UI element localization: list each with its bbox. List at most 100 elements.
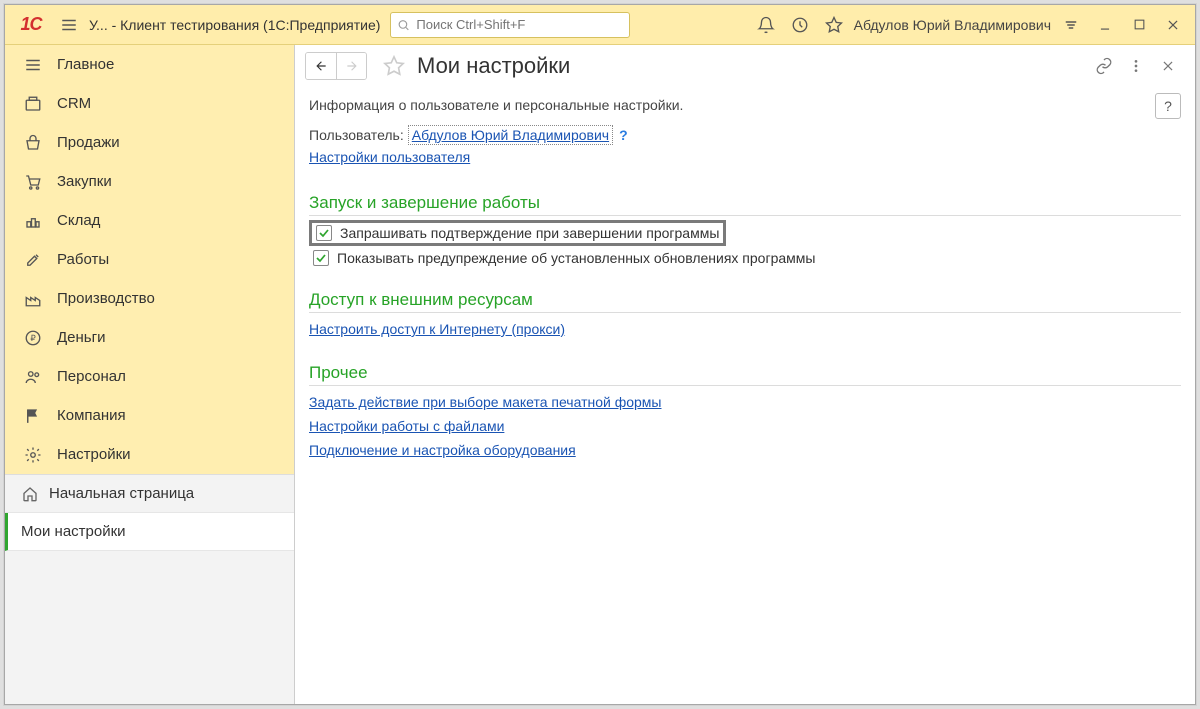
sidebar-item-money[interactable]: ₽ Деньги [5,318,294,357]
sidebar-item-settings[interactable]: Настройки [5,435,294,474]
favorite-toggle[interactable] [383,55,405,77]
app-short: У... [89,17,108,33]
opened-item-start-page[interactable]: Начальная страница [5,475,294,513]
checkbox-label: Запрашивать подтверждение при завершении… [340,225,719,241]
sidebar: Главное CRM Продажи Закупки Склад [5,45,295,704]
page-subtitle: Информация о пользователе и персональные… [309,97,1181,113]
checkbox-confirm-exit[interactable] [316,225,332,241]
sidebar-item-crm[interactable]: CRM [5,84,294,123]
sidebar-item-warehouse[interactable]: Склад [5,201,294,240]
gear-icon [23,445,43,465]
sidebar-item-personnel[interactable]: Персонал [5,357,294,396]
logo-1c: 1C [13,13,49,37]
sidebar-item-label: Продажи [57,134,120,151]
sidebar-nav: Главное CRM Продажи Закупки Склад [5,45,294,474]
search-icon [397,18,410,32]
check-show-update-warning[interactable]: Показывать предупреждение об установленн… [309,248,1181,268]
nav-forward-button[interactable] [336,53,366,79]
nav-back-button[interactable] [306,53,336,79]
app-window: 1C У... - Клиент тестирования (1С:Предпр… [4,4,1196,705]
warehouse-icon [23,211,43,231]
sidebar-item-label: CRM [57,95,91,112]
opened-item-label: Начальная страница [49,485,194,502]
sales-icon [23,133,43,153]
content-body: ? Информация о пользователе и персональн… [295,87,1195,476]
close-page-button[interactable] [1155,53,1181,79]
money-icon: ₽ [23,328,43,348]
user-link[interactable]: Абдулов Юрий Владимирович [410,127,611,143]
section-startup-title: Запуск и завершение работы [309,193,1181,216]
file-settings-link[interactable]: Настройки работы с файлами [309,418,504,434]
svg-text:₽: ₽ [30,334,35,343]
user-help-icon[interactable]: ? [619,127,628,143]
sidebar-item-works[interactable]: Работы [5,240,294,279]
history-icon [791,16,809,34]
sidebar-item-main[interactable]: Главное [5,45,294,84]
sidebar-item-purchases[interactable]: Закупки [5,162,294,201]
kebab-icon [1128,57,1144,75]
sidebar-item-sales[interactable]: Продажи [5,123,294,162]
window-minimize[interactable] [1091,11,1119,39]
main-menu-button[interactable] [55,11,83,39]
notifications-button[interactable] [752,11,780,39]
menu-lines-icon [1062,16,1080,34]
cart-icon [23,172,43,192]
checkbox-show-update-warning[interactable] [313,250,329,266]
history-nav [305,52,367,80]
window-maximize[interactable] [1125,11,1153,39]
global-search[interactable] [390,12,630,38]
user-row: Пользователь: Абдулов Юрий Владимирович … [309,127,1181,143]
sidebar-item-company[interactable]: Компания [5,396,294,435]
sidebar-item-label: Компания [57,407,126,424]
search-input[interactable] [414,16,623,33]
sidebar-item-label: Настройки [57,446,131,463]
home-icon [21,485,39,503]
sidebar-item-label: Деньги [57,329,105,346]
print-template-action-link[interactable]: Задать действие при выборе макета печатн… [309,394,662,410]
titlebar: 1C У... - Клиент тестирования (1С:Предпр… [5,5,1195,45]
sidebar-item-label: Персонал [57,368,126,385]
sidebar-item-label: Склад [57,212,100,229]
star-outline-icon [383,55,405,77]
menu-icon [23,55,43,75]
arrow-right-icon [344,59,360,73]
checkbox-label: Показывать предупреждение об установленн… [337,250,815,266]
user-settings-link[interactable]: Настройки пользователя [309,149,470,165]
page-title: Мои настройки [417,53,570,79]
equipment-settings-link[interactable]: Подключение и настройка оборудования [309,442,576,458]
help-button[interactable]: ? [1155,93,1181,119]
history-button[interactable] [786,11,814,39]
window-title: У... - Клиент тестирования (1С:Предприят… [89,17,380,33]
sidebar-item-label: Главное [57,56,114,73]
link-icon [1095,57,1113,75]
section-other-title: Прочее [309,363,1181,386]
more-button[interactable] [1123,53,1149,79]
crm-icon [23,94,43,114]
user-label: Пользователь: [309,127,404,143]
link-button[interactable] [1091,53,1117,79]
favorites-button[interactable] [820,11,848,39]
arrow-left-icon [313,59,329,73]
section-external-title: Доступ к внешним ресурсам [309,290,1181,313]
sidebar-item-manufacturing[interactable]: Производство [5,279,294,318]
check-confirm-exit[interactable]: Запрашивать подтверждение при завершении… [309,220,726,246]
sidebar-item-label: Работы [57,251,109,268]
sidebar-item-label: Производство [57,290,155,307]
close-icon [1161,59,1175,73]
content-area: Мои настройки ? Информация о пользовател… [295,45,1195,704]
content-header: Мои настройки [295,45,1195,87]
app-title: - Клиент тестирования (1С:Предприятие) [108,17,381,33]
opened-item-label: Мои настройки [21,523,126,540]
bell-icon [757,16,775,34]
flag-icon [23,406,43,426]
opened-item-my-settings[interactable]: Мои настройки [5,513,294,551]
user-menu-button[interactable] [1057,11,1085,39]
tools-icon [23,250,43,270]
proxy-settings-link[interactable]: Настроить доступ к Интернету (прокси) [309,321,565,337]
sidebar-item-label: Закупки [57,173,112,190]
window-close[interactable] [1159,11,1187,39]
factory-icon [23,289,43,309]
opened-windows-list: Начальная страница Мои настройки [5,474,294,551]
current-user-label[interactable]: Абдулов Юрий Владимирович [854,17,1051,33]
people-icon [23,367,43,387]
